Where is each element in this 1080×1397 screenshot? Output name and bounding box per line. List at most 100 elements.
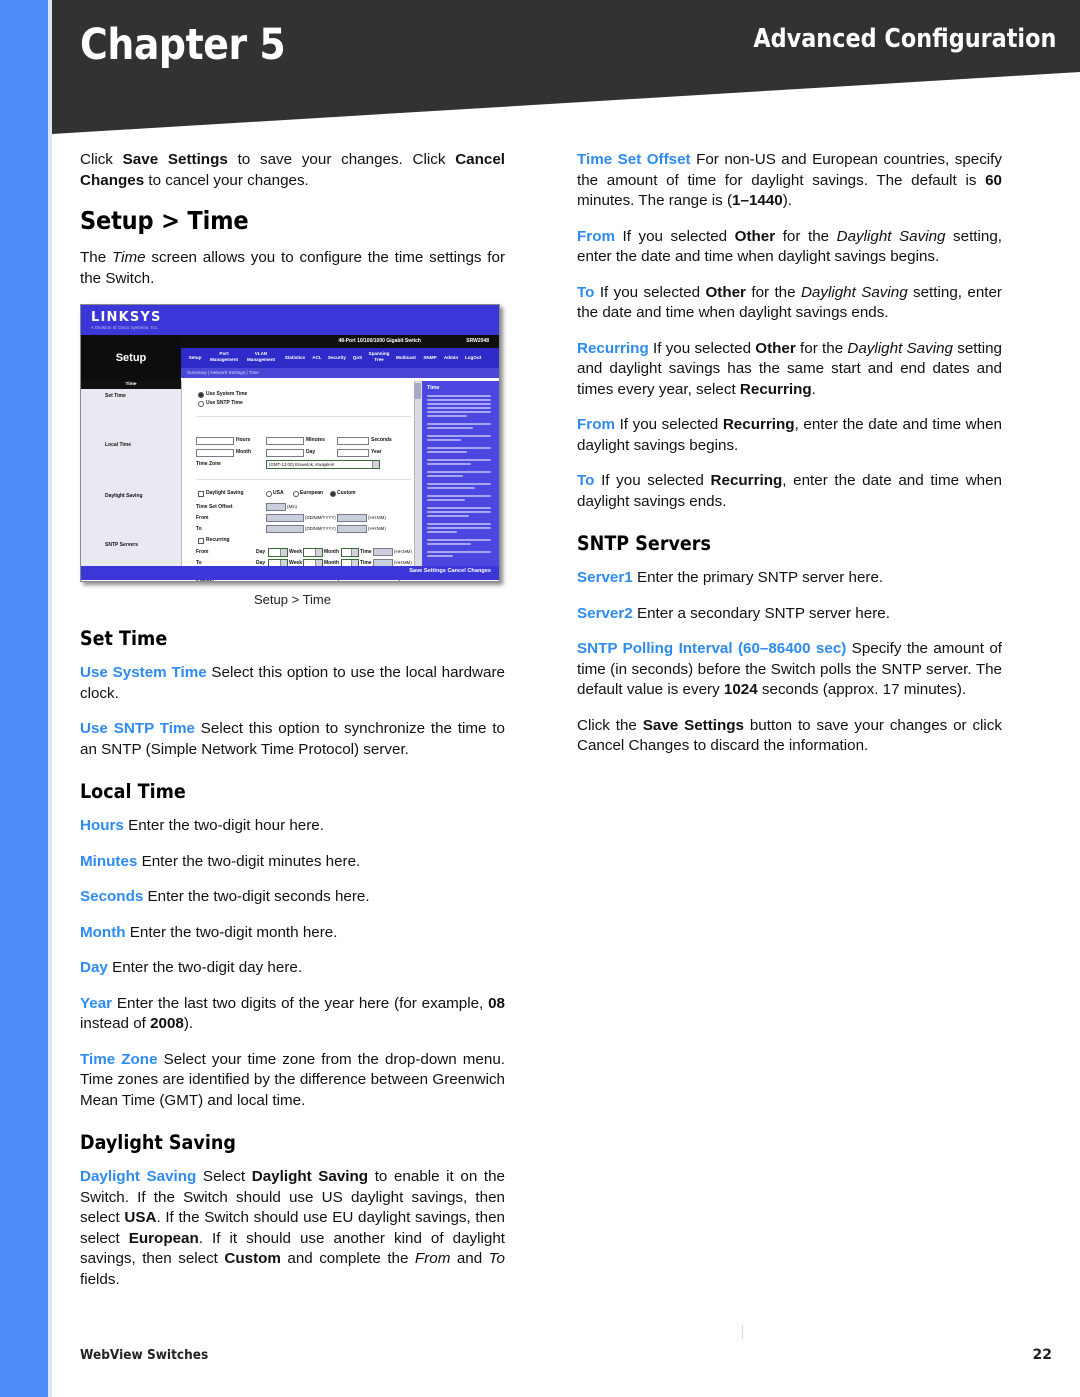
left-nav-item-set-time[interactable]: Set Time (105, 393, 126, 399)
checkbox-daylight-saving[interactable] (198, 491, 204, 497)
hint-recur-time-from: (HH:MM) (394, 549, 412, 554)
cl-text-1: Click the (577, 716, 643, 734)
nav-item-multicast[interactable]: Multicast (394, 355, 418, 361)
breadcrumb: Summary | Network Settings | Time (187, 370, 259, 375)
year-example-08: 08 (488, 994, 505, 1012)
select-recur-week-from[interactable] (303, 548, 323, 557)
intro-paragraph: Click Save Settings to save your changes… (80, 150, 505, 191)
sp-bold-1024: 1024 (723, 681, 758, 698)
radio-use-system-time[interactable] (198, 392, 204, 398)
left-nav-item-sntp-servers[interactable]: SNTP Servers (105, 542, 138, 548)
ds-italic-from: From (414, 1250, 451, 1267)
nav-item-setup[interactable]: Setup (185, 355, 205, 361)
label-seconds: Seconds (371, 437, 392, 443)
page-accent-spine (0, 0, 48, 1397)
footer-divider-tick (742, 1325, 743, 1339)
radio-custom[interactable] (330, 491, 336, 497)
text-seconds: Enter the two-digit seconds here. (143, 888, 370, 905)
input-year[interactable] (337, 449, 369, 457)
term-from-other: From (577, 227, 615, 245)
checkbox-recurring[interactable] (198, 538, 204, 544)
term-time-zone: Time Zone (80, 1050, 158, 1068)
text-hours: Enter the two-digit hour here. (123, 817, 324, 834)
heading-daylight-saving: Daylight Saving (80, 1131, 236, 1154)
input-month[interactable] (196, 449, 234, 457)
input-day[interactable] (266, 449, 304, 457)
text-year-3: ). (183, 1015, 194, 1032)
linksys-logo: LINKSYS (91, 310, 162, 325)
left-nav-item-local-time[interactable]: Local Time (105, 442, 131, 448)
text-month: Enter the two-digit month here. (125, 923, 338, 941)
para-use-system-time: Use System Time Select this option to us… (80, 663, 505, 704)
tr-text-1: If you selected (594, 472, 711, 489)
input-to-date[interactable] (266, 525, 304, 533)
chevron-down-icon[interactable] (351, 549, 358, 556)
rc-italic-daylight-saving: Daylight Saving (847, 339, 953, 357)
radio-use-sntp-time[interactable] (198, 401, 204, 407)
select-recur-month-from[interactable] (341, 548, 359, 557)
nav-item-qos[interactable]: QoS (351, 355, 364, 361)
term-daylight-saving: Daylight Saving (80, 1168, 197, 1185)
help-panel-title: Time (427, 385, 440, 391)
chevron-down-icon[interactable] (280, 549, 287, 556)
radio-european[interactable] (293, 491, 299, 497)
para-server2: Server2 Enter a secondary SNTP server he… (577, 604, 1002, 625)
input-seconds[interactable] (337, 437, 369, 445)
nav-item-vlan-management[interactable]: VLAN Management (243, 351, 279, 362)
main-scrollbar[interactable] (414, 381, 422, 566)
input-hours[interactable] (196, 437, 234, 445)
input-from-time[interactable] (337, 514, 367, 522)
label-use-sntp-time: Use SNTP Time (206, 400, 243, 406)
figure-setup-time: LINKSYS A Division of Cisco Systems, Inc… (80, 304, 505, 607)
main-scrollbar-thumb[interactable] (414, 383, 421, 399)
select-time-zone[interactable]: (GMT-12:00) Eniwetok, Kwajalein (266, 460, 380, 469)
input-recur-time-from[interactable] (373, 548, 393, 556)
nav-item-acl[interactable]: ACL (311, 355, 323, 361)
screenshot-nav-bar: Setup Port Management VLAN Management St… (181, 348, 499, 368)
nav-item-port-management[interactable]: Port Management (207, 351, 241, 362)
nav-item-security[interactable]: Security (326, 355, 348, 361)
text-minutes: Enter the two-digit minutes here. (137, 852, 361, 870)
left-nav-item-daylight-saving[interactable]: Daylight Saving (105, 493, 143, 499)
para-month: Month Enter the two-digit month here. (80, 923, 505, 944)
sp-text-2: seconds (approx. 17 minutes). (757, 681, 967, 698)
nav-item-statistics[interactable]: Statistics (282, 355, 308, 361)
term-year: Year (80, 994, 113, 1012)
nav-item-snmp[interactable]: SNMP (421, 355, 439, 361)
input-minutes[interactable] (266, 437, 304, 445)
nav-item-spanning-tree[interactable]: Spanning Tree (367, 351, 391, 362)
chevron-down-icon[interactable] (315, 549, 322, 556)
page-body: Click Save Settings to save your changes… (52, 150, 1052, 1310)
screenshot-setup-tab[interactable]: Setup (81, 335, 181, 381)
para-recurring: Recurring If you selected Other for the … (577, 339, 1002, 401)
select-recur-day-from[interactable] (268, 548, 288, 557)
input-to-time[interactable] (337, 525, 367, 533)
nav-item-logout[interactable]: LogOut (463, 355, 483, 361)
term-use-sntp-time: Use SNTP Time (80, 720, 195, 737)
ds-text-1: Select (196, 1168, 252, 1185)
fr-bold-recurring: Recurring (722, 416, 795, 433)
chevron-down-icon[interactable] (372, 461, 379, 468)
para-day: Day Enter the two-digit day here. (80, 958, 505, 979)
label-year: Year (371, 449, 382, 455)
nav-item-admin[interactable]: Admin (442, 355, 460, 361)
fo-italic-daylight-saving: Daylight Saving (836, 227, 946, 245)
rc-bold-other: Other (755, 339, 796, 357)
para-daylight-saving: Daylight Saving Select Daylight Saving t… (80, 1167, 505, 1290)
term-month: Month (80, 923, 126, 941)
tso-text-3: ). (782, 192, 793, 209)
radio-usa[interactable] (266, 491, 272, 497)
rc-text-4: . (811, 380, 816, 398)
para-to-other: To If you selected Other for the Dayligh… (577, 283, 1002, 324)
input-time-set-offset[interactable] (266, 503, 286, 511)
screenshot-footer-buttons[interactable]: Save Settings Cancel Changes (409, 568, 491, 574)
para-time-set-offset: Time Set Offset For non-US and European … (577, 150, 1002, 212)
heading-sntp-servers: SNTP Servers (577, 532, 711, 555)
right-column: Time Set Offset For non-US and European … (577, 150, 1002, 757)
para-use-sntp-time: Use SNTP Time Select this option to sync… (80, 719, 505, 760)
footer-page-number: 22 (1032, 1347, 1052, 1363)
para-from-recurring: From If you selected Recurring, enter th… (577, 415, 1002, 456)
label-daylight-saving: Daylight Saving (206, 490, 244, 496)
label-recur-week-from: Week (289, 549, 302, 555)
input-from-date[interactable] (266, 514, 304, 522)
